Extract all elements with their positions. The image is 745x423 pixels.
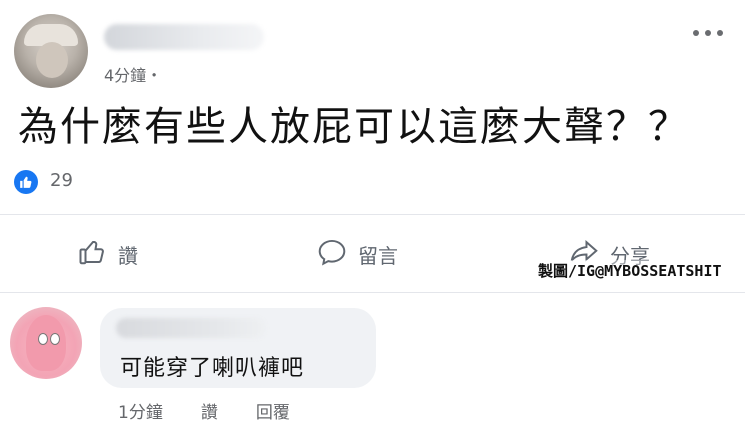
reaction-count[interactable]: 29 — [50, 170, 73, 191]
comment-label: 留言 — [358, 243, 398, 268]
avatar-eye — [38, 333, 48, 345]
divider — [0, 292, 745, 293]
comment-meta: 1分鐘 讚 回覆 — [118, 398, 290, 423]
comment-button[interactable]: 留言 — [316, 232, 398, 276]
like-label: 讚 — [118, 243, 138, 268]
post-timestamp[interactable]: 4分鐘・ — [104, 62, 162, 86]
avatar-eye — [50, 333, 60, 345]
poster-name-blurred[interactable] — [104, 24, 264, 50]
post-text: 為什麼有些人放屁可以這麼大聲？？ — [18, 104, 690, 150]
like-button[interactable]: 讚 — [78, 232, 138, 276]
watermark: 製圖/IG@MYBOSSEATSHIT — [538, 260, 722, 281]
poster-avatar[interactable] — [14, 14, 88, 88]
comment-timestamp[interactable]: 1分鐘 — [118, 398, 163, 423]
comment-reply-link[interactable]: 回覆 — [256, 398, 290, 423]
comment-like-link[interactable]: 讚 — [201, 398, 218, 423]
thumbs-up-icon — [78, 237, 108, 272]
like-reaction-icon[interactable] — [14, 170, 38, 194]
more-options-icon[interactable] — [693, 20, 723, 46]
divider — [0, 214, 745, 215]
avatar-face — [36, 42, 68, 78]
speech-bubble-icon — [316, 237, 348, 272]
comment-text: 可能穿了喇叭褲吧 — [120, 356, 305, 381]
commenter-name-blurred[interactable] — [116, 318, 266, 338]
commenter-avatar[interactable] — [10, 307, 82, 379]
